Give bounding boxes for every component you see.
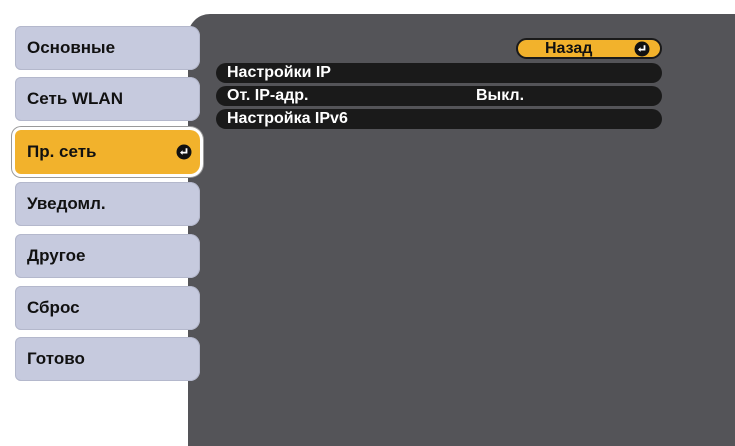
back-button-label: Назад — [545, 40, 593, 57]
menu-row-ip-display[interactable]: От. IP-адр. Выкл. — [216, 86, 662, 106]
sidebar-item-done[interactable]: Готово — [15, 337, 200, 381]
sidebar-item-label: Пр. сеть — [27, 142, 97, 161]
sidebar-item-label: Готово — [27, 349, 85, 368]
enter-icon — [634, 41, 650, 56]
sidebar-item-wlan[interactable]: Сеть WLAN — [15, 77, 200, 121]
sidebar-item-label: Сеть WLAN — [27, 89, 123, 108]
projector-menu-screen: Основные Сеть WLAN Пр. сеть Уведомл. Дру… — [0, 0, 735, 446]
sidebar-item-basic[interactable]: Основные — [15, 26, 200, 70]
sidebar-item-label: Основные — [27, 38, 116, 57]
menu-row-ip-settings[interactable]: Настройки IP — [216, 63, 662, 83]
menu-row-label: Настройки IP — [227, 64, 331, 81]
menu-row-ipv6-settings[interactable]: Настройка IPv6 — [216, 109, 662, 129]
sidebar-item-label: Другое — [27, 246, 86, 265]
back-button[interactable]: Назад — [516, 38, 662, 59]
sidebar-item-label: Уведомл. — [27, 194, 106, 213]
sidebar-item-label: Сброс — [27, 298, 80, 317]
menu-row-label: Настройка IPv6 — [227, 110, 348, 127]
sidebar-item-reset[interactable]: Сброс — [15, 286, 200, 330]
menu-row-value: Выкл. — [476, 87, 525, 104]
sidebar-item-notifications[interactable]: Уведомл. — [15, 182, 200, 226]
menu-row-label: От. IP-адр. — [227, 87, 309, 104]
sidebar-item-wired-network[interactable]: Пр. сеть — [15, 130, 200, 174]
enter-icon — [176, 144, 192, 160]
sidebar-item-other[interactable]: Другое — [15, 234, 200, 278]
